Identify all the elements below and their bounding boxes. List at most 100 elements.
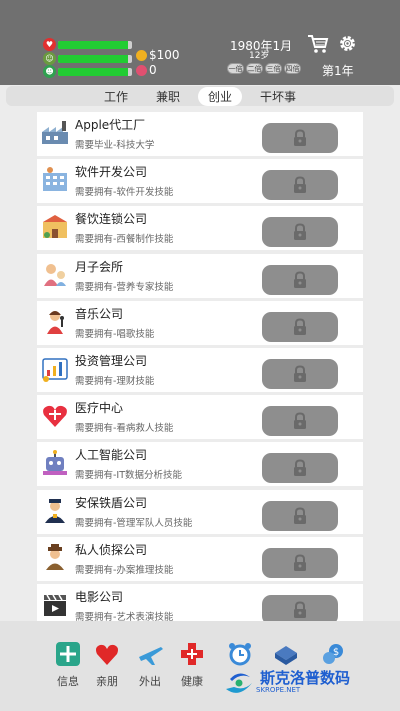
company-name: 电影公司 xyxy=(75,589,124,604)
company-name: 医疗中心 xyxy=(75,401,124,416)
lock-icon xyxy=(294,223,306,241)
lock-icon xyxy=(294,506,306,524)
tab-startup[interactable]: 创业 xyxy=(198,86,243,106)
company-requirement: 需要拥有-西餐制作技能 xyxy=(75,234,174,246)
company-name: 餐饮连锁公司 xyxy=(75,212,148,227)
money-value: $100 xyxy=(149,48,180,62)
airplane-icon xyxy=(139,647,163,665)
year-counter: 第1年 xyxy=(322,64,354,78)
nav-health[interactable]: 健康 xyxy=(177,641,207,689)
spirit-bar-fill xyxy=(58,54,129,63)
nav-label: 亲朋 xyxy=(96,675,118,688)
spirit-stat: ☺ xyxy=(43,52,132,65)
brain-icon: ☺ xyxy=(43,52,56,65)
money-icon: $ xyxy=(323,644,343,664)
factory-icon xyxy=(42,121,68,144)
heart-icon xyxy=(96,644,118,665)
info-cross-icon xyxy=(56,642,80,666)
nav-label: 信息 xyxy=(57,675,79,688)
locked-start-button[interactable] xyxy=(262,406,338,437)
locked-start-button[interactable] xyxy=(262,123,338,153)
health-bar xyxy=(58,40,132,49)
locked-start-button[interactable] xyxy=(262,358,338,389)
lock-icon xyxy=(294,318,306,335)
nav-label: 健康 xyxy=(181,675,203,688)
shopping-cart-icon[interactable] xyxy=(307,34,329,54)
company-requirement: 需要毕业-科技大学 xyxy=(75,140,155,151)
tab-work[interactable]: 工作 xyxy=(94,87,138,106)
company-requirement: 需要拥有-理财技能 xyxy=(75,375,155,387)
company-name: 人工智能公司 xyxy=(75,448,148,463)
singer-icon xyxy=(47,310,64,334)
tab-mischief[interactable]: 干坏事 xyxy=(250,87,306,106)
spirit-bar xyxy=(58,54,132,63)
company-list: Apple代工厂 需要毕业-科技大学软件开发公司 需要拥有-软件开发技能餐饮连锁公司… xyxy=(37,112,363,631)
company-requirement: 需要拥有-看病救人技能 xyxy=(75,423,174,435)
company-item: 软件开发公司 需要拥有-软件开发技能 xyxy=(37,159,363,204)
investment-chart-icon xyxy=(42,358,68,382)
lock-icon xyxy=(294,129,306,146)
company-requirement: 需要拥有-管理军队人员技能 xyxy=(75,517,193,529)
lock-icon xyxy=(294,601,306,618)
company-name: 投资管理公司 xyxy=(75,353,148,368)
happiness-bar-fill xyxy=(58,67,129,76)
speed-4x-button[interactable]: 四倍 xyxy=(284,63,301,74)
security-guard-icon xyxy=(45,498,65,523)
locked-start-button[interactable] xyxy=(262,547,338,578)
mother-baby-icon xyxy=(44,263,66,286)
locked-start-button[interactable] xyxy=(262,500,338,531)
company-item: 投资管理公司 需要拥有-理财技能 xyxy=(37,347,363,392)
company-item: 医疗中心需要拥有-看病救人技能 xyxy=(37,395,363,440)
lock-icon xyxy=(294,271,306,288)
rose-icon xyxy=(136,64,147,76)
locked-start-button[interactable] xyxy=(262,217,338,248)
charm-value: 0 xyxy=(149,63,157,77)
nav-outing[interactable]: 外出 xyxy=(135,641,165,689)
health-bar-fill xyxy=(58,40,129,49)
company-name: 安保铁盾公司 xyxy=(75,495,148,510)
company-item: 私人侦探公司需要拥有-办案推理技能 xyxy=(37,536,363,581)
alarm-clock-icon xyxy=(229,643,251,666)
speed-controls: 一倍 二倍 三倍 四倍 xyxy=(227,63,301,74)
lock-icon xyxy=(294,412,306,430)
watermark-logo-icon xyxy=(226,673,252,693)
locked-start-button[interactable] xyxy=(262,170,338,201)
watermark-text: 斯克洛普数码 xyxy=(260,669,351,687)
watermark-subtext: SKROPE.NET xyxy=(256,686,301,694)
locked-start-button[interactable] xyxy=(262,264,338,295)
locked-start-button[interactable] xyxy=(262,453,338,484)
company-name: 音乐公司 xyxy=(75,306,124,321)
restaurant-icon xyxy=(43,215,67,239)
company-name: 月子会所 xyxy=(75,259,124,274)
robot-icon xyxy=(43,450,67,476)
company-requirement: 需要拥有-营养专家技能 xyxy=(75,281,174,293)
watermark: 斯克洛普数码 SKROPE.NET xyxy=(222,667,350,697)
locked-start-button[interactable] xyxy=(262,311,338,342)
lock-icon xyxy=(294,554,306,571)
lock-icon xyxy=(294,459,306,477)
company-requirement: 需要拥有-办案推理技能 xyxy=(75,564,174,576)
nav-info[interactable]: 信息 xyxy=(53,641,83,689)
company-item: 音乐公司需要拥有-唱歌技能 xyxy=(37,300,363,345)
happiness-bar xyxy=(58,67,132,76)
detective-icon xyxy=(46,543,64,570)
company-requirement: 需要拥有-唱歌技能 xyxy=(75,328,155,340)
company-item: 人工智能公司需要拥有-IT数据分析技能 xyxy=(37,442,363,487)
book-stack-icon xyxy=(275,646,297,665)
company-name: Apple代工厂 xyxy=(75,118,146,132)
company-name: 软件开发公司 xyxy=(75,165,148,180)
speed-3x-button[interactable]: 三倍 xyxy=(265,63,282,74)
smile-icon: ☻ xyxy=(43,65,56,78)
company-name: 私人侦探公司 xyxy=(75,542,148,557)
coin-icon xyxy=(136,49,147,61)
tab-parttime[interactable]: 兼职 xyxy=(146,87,190,106)
speed-2x-button[interactable]: 二倍 xyxy=(246,63,263,74)
medical-cross-icon xyxy=(181,643,203,665)
money-display: $100 xyxy=(136,48,180,62)
nav-friends[interactable]: 亲朋 xyxy=(92,641,122,689)
happiness-stat: ☻ xyxy=(43,65,132,78)
speed-1x-button[interactable]: 一倍 xyxy=(227,63,244,74)
player-age: 12岁 xyxy=(249,51,270,61)
company-requirement: 需要拥有-IT数据分析技能 xyxy=(75,470,183,482)
gear-icon[interactable] xyxy=(337,33,358,54)
